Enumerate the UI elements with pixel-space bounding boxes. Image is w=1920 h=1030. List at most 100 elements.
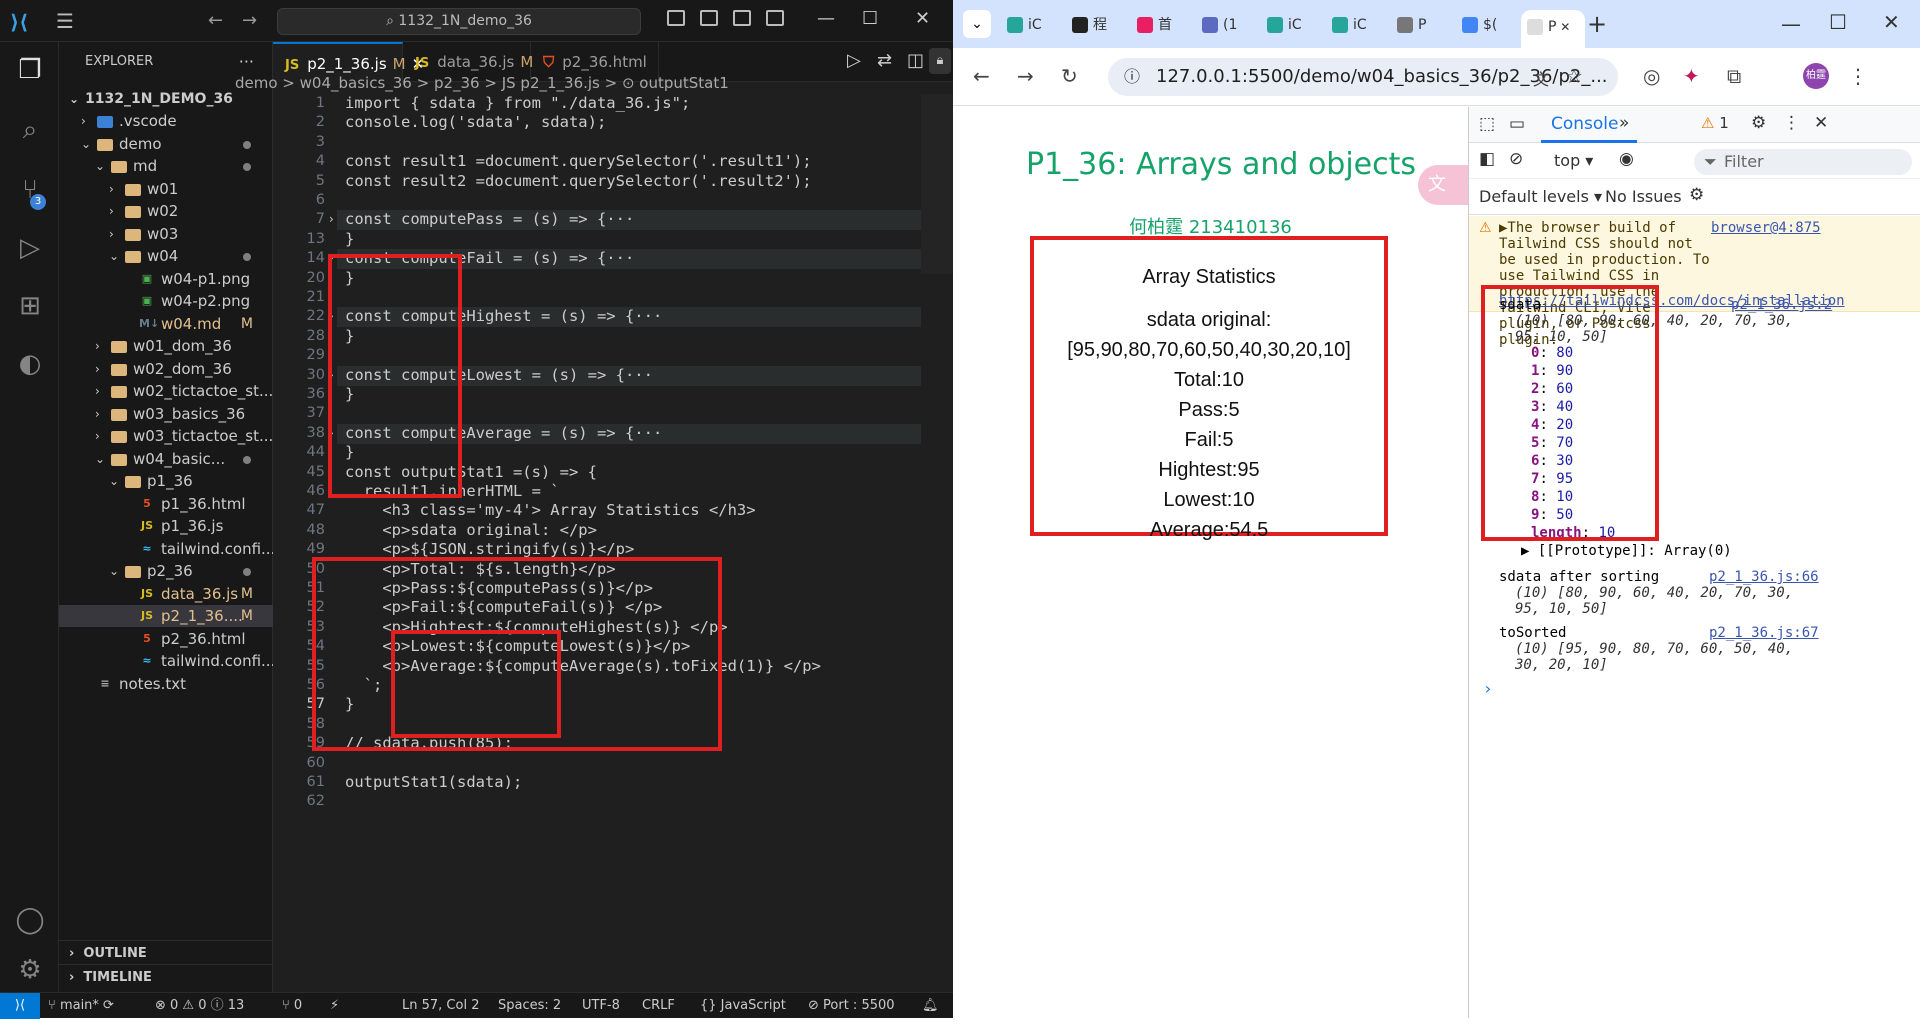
- back-icon[interactable]: ←: [973, 64, 990, 88]
- code-line[interactable]: import { sdata } from "./data_36.js";: [345, 94, 690, 112]
- log-source-link[interactable]: p2_1_36.js:2: [1731, 297, 1832, 313]
- tab-search-icon[interactable]: ⌄: [963, 10, 991, 38]
- extensions-icon[interactable]: ⊞: [12, 288, 48, 324]
- profile-avatar[interactable]: 柏霆: [1803, 63, 1829, 89]
- site-info-icon[interactable]: ⓘ: [1124, 58, 1140, 96]
- tree-item[interactable]: ≡ notes.txt: [59, 673, 273, 695]
- tree-item[interactable]: ⌄ w04_basic...: [59, 448, 273, 470]
- tree-item[interactable]: › w01_dom_36: [59, 335, 273, 357]
- command-center-search[interactable]: ⌕ 1132_1N_demo_36: [277, 8, 641, 35]
- sidebar-toggle-icon[interactable]: ◧: [1479, 149, 1495, 169]
- inspect-icon[interactable]: ⬚: [1479, 114, 1495, 134]
- customize-layout-icon[interactable]: [766, 10, 784, 26]
- log-levels-select[interactable]: Default levels ▾: [1479, 187, 1602, 206]
- tree-item[interactable]: ▣ w04-p2.png: [59, 290, 273, 312]
- device-toggle-icon[interactable]: ▭: [1509, 114, 1525, 134]
- tree-item[interactable]: ⌄ p2_36: [59, 560, 273, 582]
- bookmark-star-icon[interactable]: ☆: [1565, 64, 1583, 88]
- tree-item[interactable]: › w03_basics_36: [59, 403, 273, 425]
- devtools-settings-icon[interactable]: ⚙: [1751, 113, 1766, 133]
- more-tabs-icon[interactable]: »: [1619, 113, 1629, 133]
- code-line[interactable]: const result1 =document.querySelector('.…: [345, 152, 812, 170]
- translate-icon[interactable]: 文: [1533, 66, 1549, 90]
- tree-item[interactable]: M↓ w04.md M: [59, 313, 273, 335]
- prototype-entry[interactable]: ▶ [[Prototype]]: Array(0): [1521, 543, 1732, 559]
- console-tab[interactable]: Console: [1551, 114, 1619, 134]
- log-source-link[interactable]: p2_1_36.js:66: [1709, 569, 1819, 585]
- maximize-icon[interactable]: ☐: [862, 8, 878, 29]
- toggle-panel-icon[interactable]: [700, 10, 718, 26]
- tree-item[interactable]: ⌄ w04: [59, 245, 273, 267]
- minimize-icon[interactable]: —: [817, 8, 835, 29]
- cursor-position[interactable]: Ln 57, Col 2: [402, 993, 479, 1019]
- console-settings-icon[interactable]: ⚙: [1689, 185, 1704, 205]
- browser-tab[interactable]: P: [1391, 8, 1449, 42]
- devtools-menu-icon[interactable]: ⋮: [1783, 113, 1800, 133]
- tree-item[interactable]: › w02_tictactoe_st...: [59, 380, 273, 402]
- explorer-icon[interactable]: ❐: [12, 52, 48, 88]
- browser-tab[interactable]: P ✕: [1521, 10, 1585, 48]
- breadcrumb[interactable]: demo > w04_basics_36 > p2_36 > JS p2_1_3…: [235, 74, 729, 92]
- ports-status[interactable]: ⑂ 0: [282, 993, 302, 1019]
- browser-tab[interactable]: $(: [1456, 8, 1514, 42]
- maximize-icon[interactable]: ☐: [1829, 10, 1847, 34]
- forward-arrow-icon[interactable]: →: [242, 10, 257, 31]
- clear-console-icon[interactable]: ⊘: [1509, 149, 1523, 169]
- tree-item[interactable]: 5 p2_36.html: [59, 628, 273, 650]
- browser-tab[interactable]: iC: [1326, 8, 1384, 42]
- open-changes-icon[interactable]: ⇄: [877, 50, 892, 71]
- tree-item[interactable]: JS p1_36.js: [59, 515, 273, 537]
- translate-bubble-icon[interactable]: 文: [1418, 165, 1468, 205]
- reload-icon[interactable]: ↻: [1061, 64, 1078, 88]
- tree-item[interactable]: › .vscode: [59, 110, 273, 132]
- timeline-section[interactable]: › TIMELINE: [59, 964, 273, 990]
- back-arrow-icon[interactable]: ←: [208, 10, 223, 31]
- fold-chevron-icon[interactable]: ›: [329, 212, 334, 226]
- code-line[interactable]: const computePass = (s) => {···: [345, 210, 634, 228]
- extension-icon-2[interactable]: ✦: [1683, 64, 1700, 88]
- chrome-menu-icon[interactable]: ⋮: [1848, 64, 1868, 88]
- tree-item[interactable]: ⌄ md: [59, 155, 273, 177]
- browser-tab[interactable]: (1: [1196, 8, 1254, 42]
- new-tab-icon[interactable]: +: [1587, 10, 1607, 38]
- problems-status[interactable]: ⊗ 0 ⚠ 0 ⓘ 13: [155, 993, 244, 1019]
- settings-gear-icon[interactable]: ⚙: [12, 952, 48, 988]
- tree-item[interactable]: 5 p1_36.html: [59, 493, 273, 515]
- run-icon[interactable]: ▷: [847, 50, 861, 71]
- browser-tab[interactable]: iC: [1261, 8, 1319, 42]
- search-icon[interactable]: ⌕: [12, 112, 48, 148]
- browser-tab[interactable]: 程: [1066, 8, 1124, 42]
- code-line[interactable]: const result2 =document.querySelector('.…: [345, 172, 812, 190]
- forward-icon[interactable]: →: [1017, 64, 1034, 88]
- log-source-link[interactable]: p2_1_36.js:67: [1709, 625, 1819, 641]
- encoding[interactable]: UTF-8: [582, 993, 620, 1019]
- array-summary[interactable]: (10) [95, 90, 80, 70, 60, 50, 40, 30, 20…: [1515, 641, 1815, 673]
- browser-tab[interactable]: iC: [1001, 8, 1059, 42]
- language-mode[interactable]: {} JavaScript: [700, 993, 786, 1019]
- tree-item[interactable]: › w01: [59, 178, 273, 200]
- devtools-close-icon[interactable]: ✕: [1814, 113, 1828, 133]
- outline-section[interactable]: › OUTLINE: [59, 940, 273, 966]
- lock-icon[interactable]: 🔒︎: [929, 48, 951, 74]
- split-editor-icon[interactable]: ◫: [907, 50, 924, 71]
- issues-label[interactable]: No Issues: [1605, 187, 1682, 206]
- tree-item[interactable]: ≈ tailwind.confi...: [59, 650, 273, 672]
- warning-count[interactable]: ⚠ 1: [1701, 114, 1729, 132]
- indentation[interactable]: Spaces: 2: [498, 993, 561, 1019]
- tree-item[interactable]: ≈ tailwind.confi...: [59, 538, 273, 560]
- tree-item[interactable]: › w02: [59, 200, 273, 222]
- array-summary[interactable]: (10) [80, 90, 60, 40, 20, 70, 30, 95, 10…: [1515, 585, 1815, 617]
- accounts-icon[interactable]: ◯: [12, 902, 48, 938]
- code-line[interactable]: outputStat1(sdata);: [345, 773, 522, 791]
- remote-icon[interactable]: ⟩⟨: [0, 993, 40, 1019]
- code-editor[interactable]: 1 import { sdata } from "./data_36.js"; 2 c…: [273, 94, 953, 989]
- context-select[interactable]: top ▾: [1554, 151, 1593, 170]
- code-line[interactable]: <p>${JSON.stringify(s)}</p>: [345, 540, 634, 558]
- console-prompt-icon[interactable]: ›: [1483, 679, 1493, 698]
- extensions-puzzle-icon[interactable]: ⧉: [1727, 64, 1741, 88]
- remote-explorer-icon[interactable]: ◐: [12, 346, 48, 382]
- tree-item[interactable]: › w03: [59, 223, 273, 245]
- tree-item[interactable]: ⌄ demo: [59, 133, 273, 155]
- code-line[interactable]: console.log('sdata', sdata);: [345, 113, 606, 131]
- tree-item[interactable]: ⌄ p1_36: [59, 470, 273, 492]
